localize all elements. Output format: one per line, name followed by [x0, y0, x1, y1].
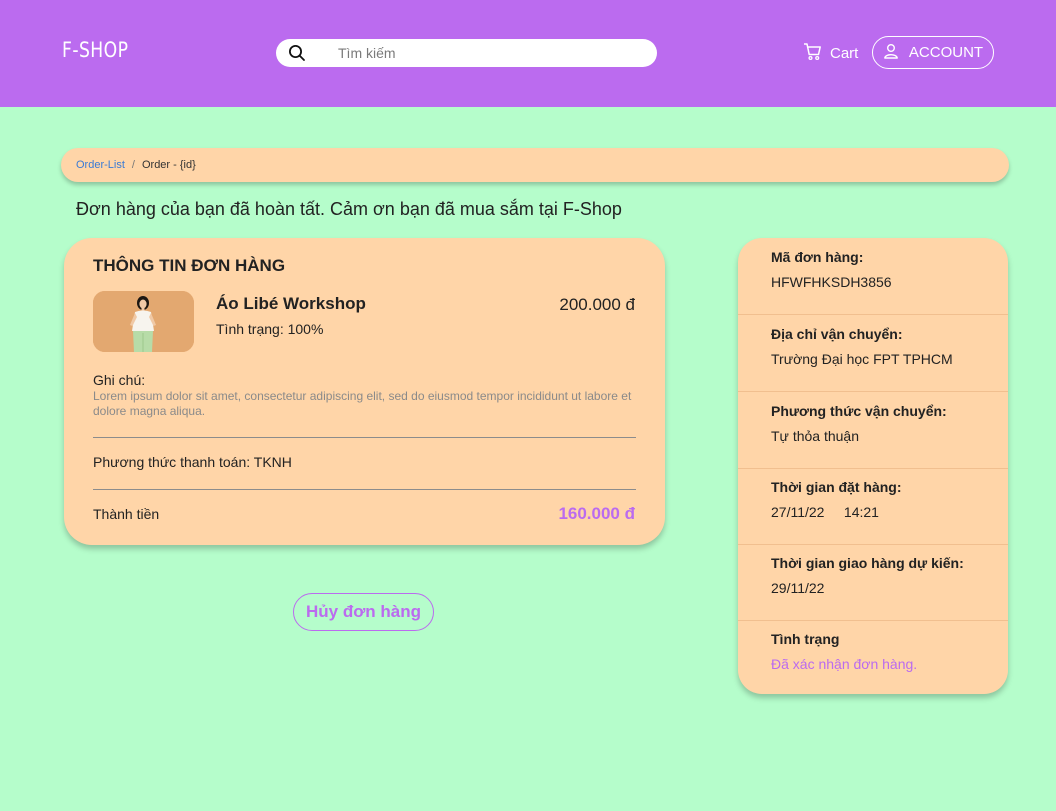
- info-row-shipping-method: Phương thức vận chuyển: Tự thỏa thuận: [738, 392, 1008, 469]
- breadcrumb-order-list[interactable]: Order-List: [76, 159, 125, 171]
- info-row-order-id: Mã đơn hàng: HFWFHKSDH3856: [738, 238, 1008, 315]
- info-label: Tình trạng: [771, 631, 840, 647]
- order-info-panel: Mã đơn hàng: HFWFHKSDH3856 Địa chỉ vận c…: [738, 238, 1008, 694]
- info-value: Trường Đại học FPT TPHCM: [771, 351, 953, 367]
- note-text: Lorem ipsum dolor sit amet, consectetur …: [93, 389, 632, 418]
- info-value: 29/11/22: [771, 580, 825, 596]
- info-value: HFWFHKSDH3856: [771, 274, 892, 290]
- logo[interactable]: F-SHOP: [62, 38, 128, 62]
- user-icon: [883, 43, 899, 63]
- product-status: Tình trạng: 100%: [216, 321, 324, 337]
- note-label: Ghi chú:: [93, 372, 146, 388]
- order-card: THÔNG TIN ĐƠN HÀNG Áo Libé Workshop Tình…: [64, 238, 665, 545]
- total-value: 160.000 đ: [558, 504, 635, 523]
- completion-message: Đơn hàng của bạn đã hoàn tất. Cảm ơn bạn…: [76, 199, 622, 219]
- divider: [93, 489, 636, 490]
- search-input[interactable]: [338, 39, 638, 67]
- info-label: Địa chỉ vận chuyển:: [771, 326, 903, 342]
- info-label: Phương thức vận chuyển:: [771, 403, 947, 419]
- breadcrumb: Order-List / Order - {id}: [61, 148, 1009, 182]
- info-row-shipping-address: Địa chỉ vận chuyển: Trường Đại học FPT T…: [738, 315, 1008, 392]
- total-label: Thành tiền: [93, 506, 160, 522]
- info-value: Tự thỏa thuận: [771, 428, 859, 444]
- product-image: [93, 291, 194, 352]
- order-card-title: THÔNG TIN ĐƠN HÀNG: [93, 256, 286, 275]
- status-value: Đã xác nhận đơn hàng.: [771, 656, 918, 672]
- info-row-status: Tình trạng Đã xác nhận đơn hàng.: [738, 620, 1008, 697]
- search-icon[interactable]: [288, 44, 306, 62]
- info-row-delivery-time: Thời gian giao hàng dự kiến: 29/11/22: [738, 544, 1008, 621]
- divider: [93, 437, 636, 438]
- search-bar[interactable]: [276, 39, 657, 67]
- info-row-order-time: Thời gian đặt hàng: 27/11/22 14:21: [738, 468, 1008, 545]
- product-name[interactable]: Áo Libé Workshop: [216, 294, 366, 314]
- breadcrumb-current: Order - {id}: [141, 159, 196, 171]
- product-price: 200.000 đ: [559, 295, 635, 314]
- payment-method: Phương thức thanh toán: TKNH: [93, 454, 292, 470]
- header: F-SHOP Cart ACCOUNT: [0, 0, 1056, 107]
- cancel-order-button[interactable]: Hủy đơn hàng: [293, 593, 434, 631]
- info-label: Thời gian đặt hàng:: [771, 479, 902, 495]
- info-label: Thời gian giao hàng dự kiến:: [771, 555, 964, 571]
- account-button[interactable]: ACCOUNT: [872, 36, 994, 69]
- info-value: 27/11/22 14:21: [771, 504, 879, 520]
- breadcrumb-separator: /: [131, 159, 135, 171]
- cart-icon: [803, 42, 822, 65]
- cart-label: Cart: [830, 44, 859, 62]
- account-label: ACCOUNT: [908, 44, 984, 61]
- info-label: Mã đơn hàng:: [771, 249, 864, 265]
- cart-button[interactable]: Cart: [803, 42, 858, 64]
